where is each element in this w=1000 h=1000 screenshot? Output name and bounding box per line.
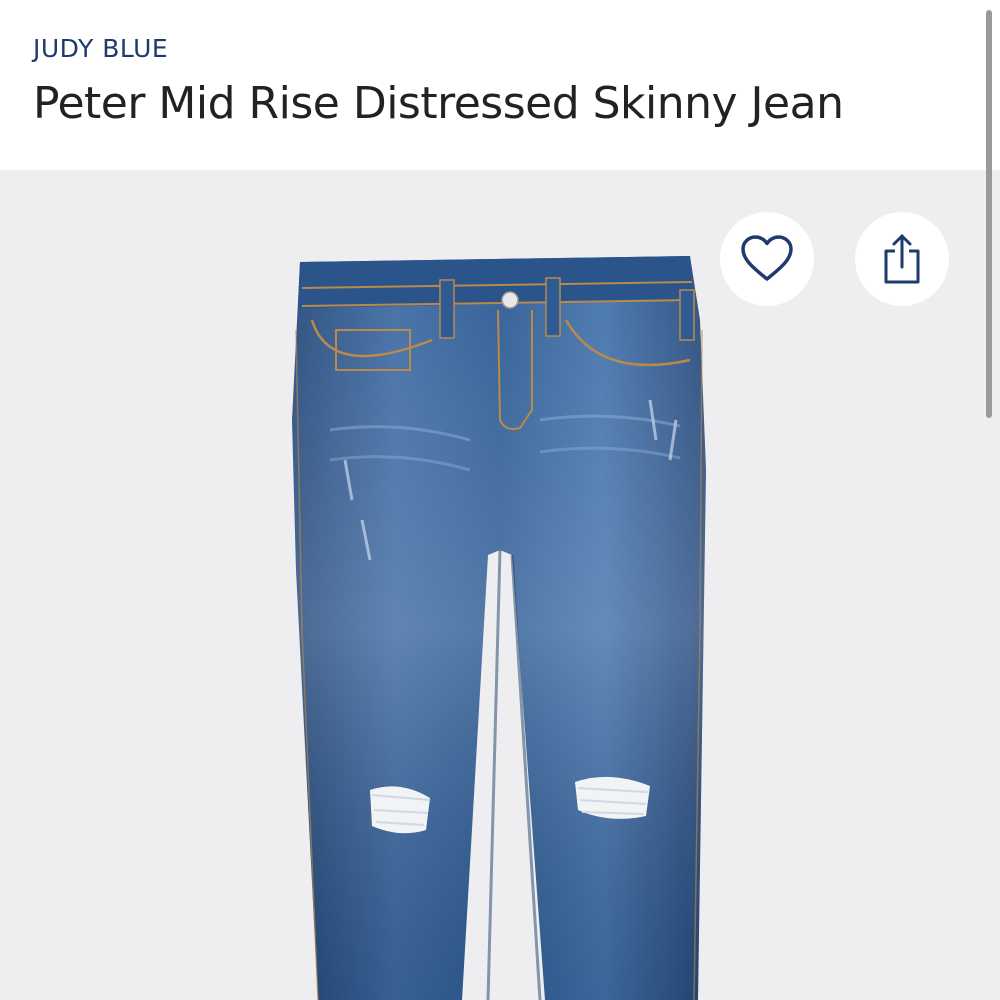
brand-name[interactable]: JUDY BLUE bbox=[33, 34, 168, 63]
product-image-jeans[interactable] bbox=[0, 170, 1000, 1000]
product-gallery[interactable] bbox=[0, 170, 1000, 1000]
page-scrollbar[interactable] bbox=[986, 10, 992, 418]
product-header: JUDY BLUE Peter Mid Rise Distressed Skin… bbox=[0, 0, 1000, 170]
share-icon bbox=[884, 234, 920, 284]
product-title: Peter Mid Rise Distressed Skinny Jean bbox=[33, 78, 844, 129]
favorite-button[interactable] bbox=[720, 212, 814, 306]
heart-icon bbox=[741, 235, 793, 281]
share-button[interactable] bbox=[855, 212, 949, 306]
